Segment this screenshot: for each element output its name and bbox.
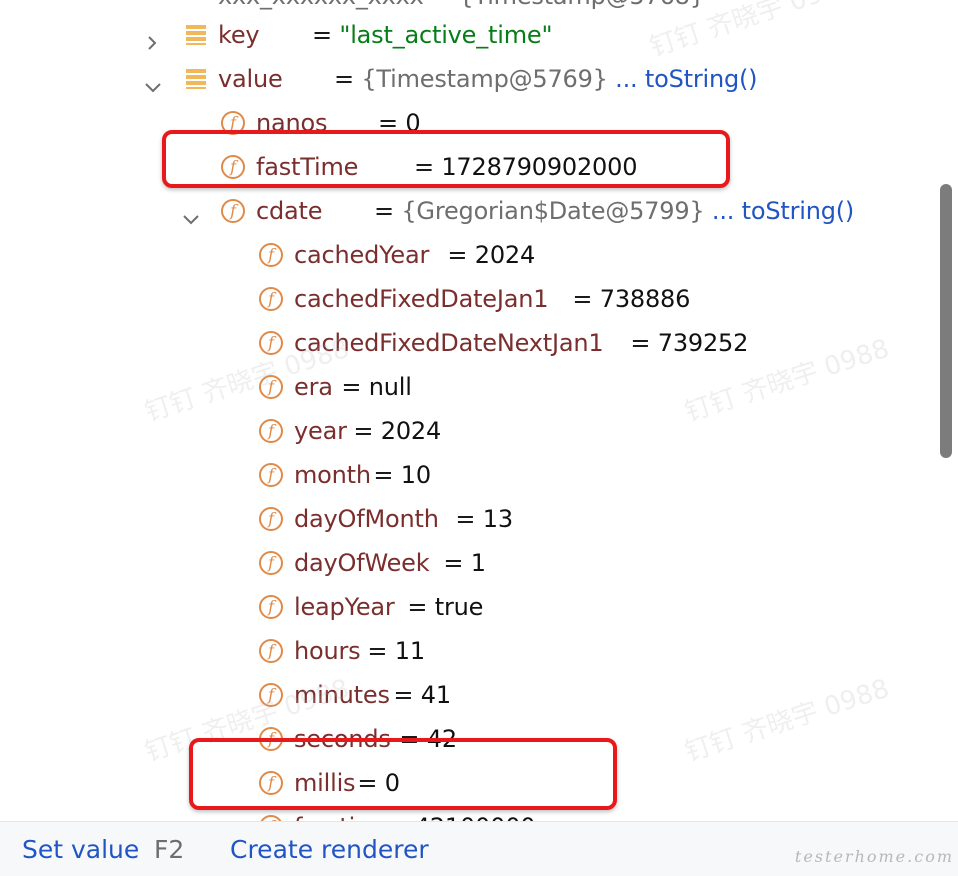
field-value: 2024 [380, 417, 442, 445]
equals-sign: = [440, 241, 475, 269]
chevron-right-icon[interactable] [145, 28, 159, 50]
field-icon: f [221, 111, 245, 135]
tree-row-month[interactable]: f month = 10 [0, 453, 958, 497]
equals-sign: = [366, 197, 402, 225]
list-icon [185, 68, 207, 90]
field-name: year [294, 417, 347, 445]
tree-row-minutes[interactable]: f minutes = 41 [0, 673, 958, 717]
equals-sign: = [360, 637, 395, 665]
field-value: 13 [482, 505, 513, 533]
field-name: minutes [294, 681, 390, 709]
field-icon: f [259, 683, 283, 707]
field-icon: f [221, 199, 245, 223]
equals-sign: = [392, 725, 427, 753]
equals-sign: = [386, 681, 421, 709]
field-name: seconds [294, 725, 391, 753]
field-icon: f [259, 375, 283, 399]
equals-sign: = [448, 505, 483, 533]
field-icon: f [259, 419, 283, 443]
tree-row-dayofmonth[interactable]: f dayOfMonth = 13 [0, 497, 958, 541]
tree-row-dayofweek[interactable]: f dayOfWeek = 1 [0, 541, 958, 585]
tostring-link[interactable]: ... toString() [704, 197, 854, 225]
list-icon [185, 24, 207, 46]
tree-row-hours[interactable]: f hours = 11 [0, 629, 958, 673]
field-name: hours [294, 637, 361, 665]
field-name: cachedFixedDateNextJan1 [294, 329, 604, 357]
tostring-link[interactable]: ... toString() [608, 65, 757, 93]
tree-row-cachedfixeddatenextjan1[interactable]: f cachedFixedDateNextJan1 = 739252 [0, 321, 958, 365]
tree-row-millis[interactable]: f millis = 0 [0, 761, 958, 805]
bottom-action-bar: Set value F2 Create renderer testerhome.… [0, 821, 958, 876]
field-value: 2024 [474, 241, 536, 269]
tree-row-cdate[interactable]: f cdate = {Gregorian$Date@5799} ... toSt… [0, 189, 958, 233]
equals-sign: = [565, 285, 600, 313]
field-icon: f [259, 507, 283, 531]
field-icon: f [259, 243, 283, 267]
equals-sign: = [366, 461, 401, 489]
field-value: true [434, 593, 484, 621]
field-value: 1 [470, 549, 486, 577]
field-name: cdate [256, 197, 323, 225]
tree-row-cachedfixeddatejan1[interactable]: f cachedFixedDateJan1 = 738886 [0, 277, 958, 321]
field-value: 738886 [599, 285, 691, 313]
field-value: 10 [400, 461, 431, 489]
tree-row-year[interactable]: f year = 2024 [0, 409, 958, 453]
set-value-link[interactable]: Set value [22, 835, 139, 864]
field-icon: f [221, 155, 245, 179]
field-icon: f [259, 331, 283, 355]
field-icon: f [259, 551, 283, 575]
equals-sign: = [350, 769, 385, 797]
chevron-down-icon[interactable] [183, 204, 199, 225]
field-value: null [368, 373, 412, 401]
tree-row-leapyear[interactable]: f leapYear = true [0, 585, 958, 629]
field-value: 739252 [657, 329, 749, 357]
field-name: key [218, 21, 260, 49]
tree-row-value[interactable]: value = {Timestamp@5769} ... toString() [0, 57, 958, 101]
equals-sign: = [623, 329, 658, 357]
field-value: 11 [394, 637, 425, 665]
tree-row-fraction[interactable]: f fraction = 42100000 [0, 805, 958, 822]
tree-row-cachedyear[interactable]: f cachedYear = 2024 [0, 233, 958, 277]
field-name: value [218, 65, 283, 93]
field-name: month [294, 461, 371, 489]
object-ref: {Gregorian$Date@5799} [401, 197, 705, 225]
create-renderer-link[interactable]: Create renderer [230, 835, 429, 864]
field-icon: f [259, 727, 283, 751]
field-name: nanos [256, 109, 328, 137]
equals-sign: = [334, 373, 369, 401]
field-value: 41 [420, 681, 451, 709]
equals-sign: = [436, 549, 471, 577]
field-value: 42 [426, 725, 457, 753]
field-name: leapYear [294, 593, 395, 621]
vertical-scrollbar[interactable] [940, 184, 952, 458]
equals-sign: = [400, 593, 435, 621]
set-value-shortcut: F2 [154, 834, 185, 864]
tree-row-seconds[interactable]: f seconds = 42 [0, 717, 958, 761]
field-icon: f [259, 463, 283, 487]
field-value: 0 [384, 769, 400, 797]
variables-tree: xxx_xxxxxx_xxxx = {Timestamp@5768} key =… [0, 0, 958, 822]
field-name: dayOfWeek [294, 549, 430, 577]
field-icon: f [259, 771, 283, 795]
field-icon: f [259, 639, 283, 663]
field-name: dayOfMonth [294, 505, 439, 533]
field-name: millis [294, 769, 356, 797]
tree-row-era[interactable]: f era = null [0, 365, 958, 409]
field-icon: f [259, 287, 283, 311]
field-name: cachedYear [294, 241, 430, 269]
field-icon: f [259, 595, 283, 619]
field-name: cachedFixedDateJan1 [294, 285, 549, 313]
site-watermark: testerhome.com [794, 847, 954, 866]
chevron-down-icon[interactable] [145, 72, 161, 93]
field-name: era [294, 373, 333, 401]
equals-sign: = [346, 417, 381, 445]
